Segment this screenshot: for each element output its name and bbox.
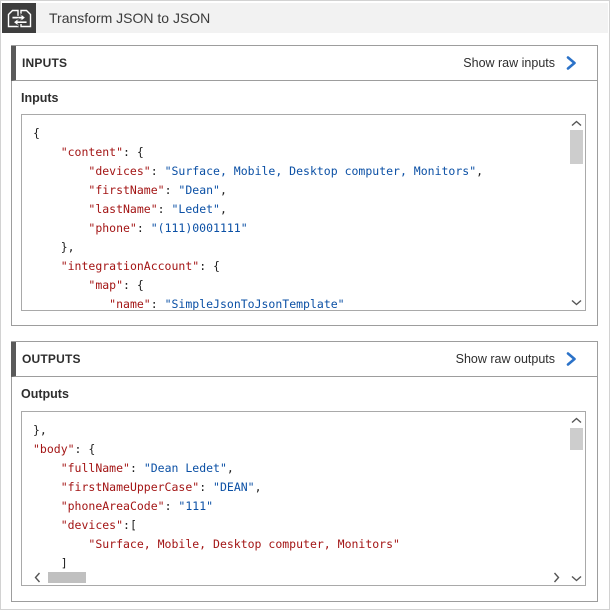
action-title: Transform JSON to JSON: [49, 10, 210, 26]
chevron-right-icon: [565, 352, 578, 366]
inputs-scrollbar-thumb[interactable]: [570, 130, 583, 164]
inputs-section-header: INPUTS Show raw inputs: [11, 46, 597, 81]
outputs-hscrollbar-thumb[interactable]: [48, 572, 86, 583]
action-panel: Transform JSON to JSON INPUTS Show raw i…: [0, 0, 610, 610]
outputs-section: OUTPUTS Show raw outputs Outputs }, "bod…: [11, 341, 598, 602]
action-header: Transform JSON to JSON: [2, 3, 608, 33]
show-raw-inputs-label: Show raw inputs: [463, 56, 555, 70]
scroll-down-icon[interactable]: [568, 296, 585, 308]
scroll-up-icon[interactable]: [568, 117, 585, 129]
scroll-right-icon[interactable]: [550, 571, 562, 583]
inputs-code: { "content": { "devices": "Surface, Mobi…: [22, 115, 585, 311]
outputs-code-viewer[interactable]: }, "body": { "fullName": "Dean Ledet", "…: [21, 411, 586, 586]
scroll-up-icon[interactable]: [568, 414, 585, 426]
scroll-down-icon[interactable]: [568, 572, 585, 584]
inputs-vertical-scrollbar[interactable]: [568, 115, 585, 310]
show-raw-inputs-link[interactable]: Show raw inputs: [463, 56, 578, 70]
show-raw-outputs-link[interactable]: Show raw outputs: [456, 352, 578, 366]
transform-json-icon: [2, 3, 36, 33]
inputs-section: INPUTS Show raw inputs Inputs { "content…: [11, 45, 598, 326]
outputs-vertical-scrollbar[interactable]: [568, 412, 585, 585]
inputs-field-label: Inputs: [21, 91, 597, 105]
inputs-title: INPUTS: [22, 56, 67, 70]
outputs-code: }, "body": { "fullName": "Dean Ledet", "…: [22, 412, 585, 573]
outputs-field-label: Outputs: [21, 387, 597, 401]
chevron-right-icon: [565, 56, 578, 70]
inputs-code-viewer[interactable]: { "content": { "devices": "Surface, Mobi…: [21, 114, 586, 311]
outputs-section-header: OUTPUTS Show raw outputs: [11, 342, 597, 377]
scroll-left-icon[interactable]: [31, 571, 43, 583]
outputs-horizontal-scrollbar[interactable]: [22, 570, 568, 585]
outputs-scrollbar-thumb[interactable]: [570, 428, 583, 450]
outputs-title: OUTPUTS: [22, 352, 81, 366]
show-raw-outputs-label: Show raw outputs: [456, 352, 555, 366]
